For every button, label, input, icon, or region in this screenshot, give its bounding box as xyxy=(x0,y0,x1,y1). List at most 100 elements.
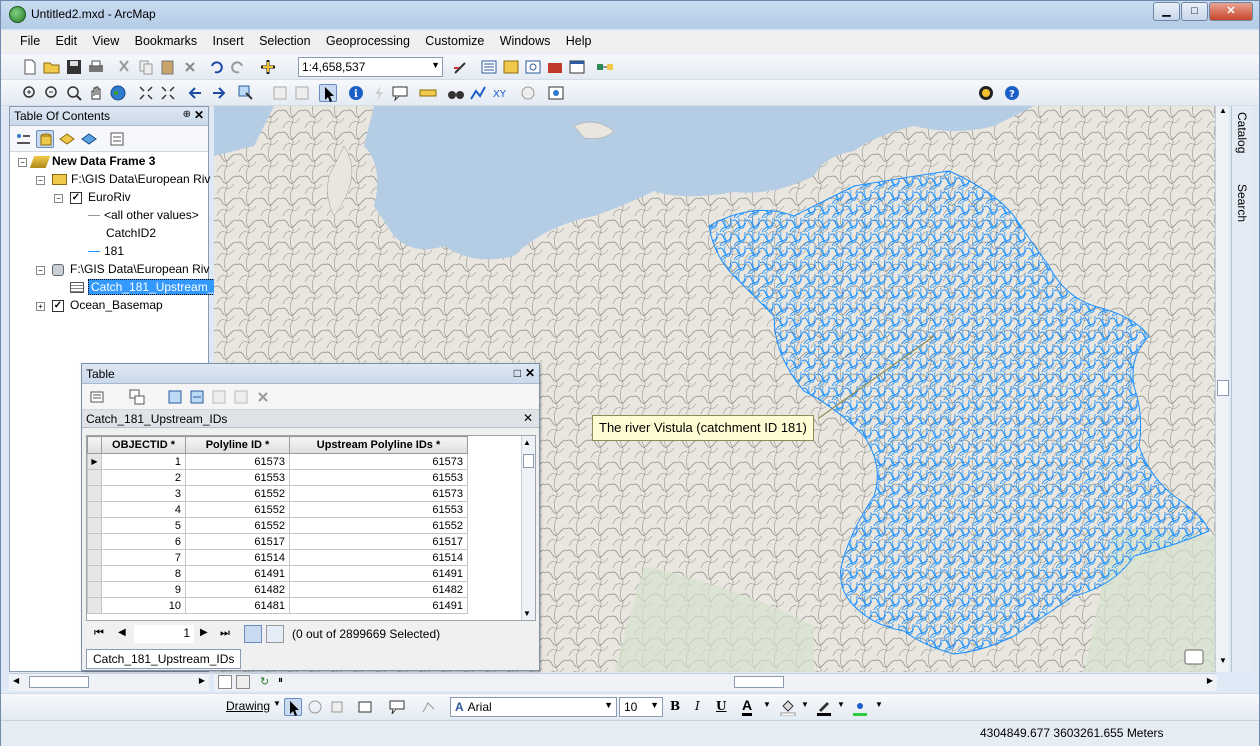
cell-objectid[interactable]: 3 xyxy=(101,485,186,502)
menu-edit[interactable]: Edit xyxy=(50,31,84,48)
row-selector[interactable] xyxy=(87,581,102,598)
clear-table-selection-icon[interactable] xyxy=(210,388,228,406)
minimize-button[interactable]: ▁ xyxy=(1153,2,1180,21)
map-callout-label[interactable]: The river Vistula (catchment ID 181) xyxy=(592,415,814,441)
marker-color-dropdown-icon[interactable]: ▼ xyxy=(875,700,883,709)
create-viewer-window-icon[interactable] xyxy=(547,84,565,102)
grid-scroll-down-icon[interactable]: ▼ xyxy=(523,609,531,618)
redo-icon[interactable] xyxy=(229,58,247,76)
euroriv-layer-name[interactable]: EuroRiv xyxy=(88,190,131,204)
editor-toolbar-icon[interactable] xyxy=(452,58,470,76)
basemap-expand-toggle[interactable]: + xyxy=(36,302,45,311)
show-all-records-icon[interactable] xyxy=(244,625,262,643)
switch-selection-icon[interactable] xyxy=(188,388,206,406)
search-window-icon[interactable] xyxy=(524,58,542,76)
table-row[interactable]: ▶ 1 61573 61573 xyxy=(87,453,468,470)
cell-objectid[interactable]: 1 xyxy=(101,453,186,470)
cell-objectid[interactable]: 7 xyxy=(101,549,186,566)
row-selector[interactable] xyxy=(87,597,102,614)
menu-view[interactable]: View xyxy=(86,31,125,48)
cell-objectid[interactable]: 4 xyxy=(101,501,186,518)
table-tab-close-icon[interactable]: ✕ xyxy=(523,411,533,425)
table-bottom-tab[interactable]: Catch_181_Upstream_IDs xyxy=(86,649,242,669)
show-selected-records-icon[interactable] xyxy=(266,625,284,643)
select-features-icon[interactable] xyxy=(237,84,255,102)
record-number-field[interactable]: 1 xyxy=(134,625,194,643)
toc-scroll-right-icon[interactable]: ▶ xyxy=(199,676,205,685)
cell-upstream-id[interactable]: 61553 xyxy=(289,501,468,518)
callout-tool-icon[interactable] xyxy=(388,698,406,716)
table-options-icon[interactable] xyxy=(88,388,106,406)
cell-upstream-id[interactable]: 61491 xyxy=(289,565,468,582)
table-row[interactable]: 5 61552 61552 xyxy=(87,517,468,534)
add-data-icon[interactable] xyxy=(259,58,277,76)
related-tables-icon[interactable] xyxy=(128,388,146,406)
table-row[interactable]: 8 61491 61491 xyxy=(87,565,468,582)
row-selector[interactable]: ▶ xyxy=(87,453,102,470)
find-binoculars-icon[interactable] xyxy=(447,84,465,102)
basemap-visibility-checkbox[interactable]: ✓ xyxy=(52,300,64,312)
zoom-to-elements-icon[interactable] xyxy=(328,698,346,716)
scroll-up-icon[interactable]: ▲ xyxy=(1217,106,1229,120)
row-selector-header[interactable] xyxy=(87,436,102,454)
map-scale-combo[interactable]: 1:4,658,537 ▼ xyxy=(298,57,443,77)
back-extent-icon[interactable] xyxy=(187,84,205,102)
arcgis-online-icon[interactable] xyxy=(977,84,995,102)
cell-polyline-id[interactable]: 61552 xyxy=(185,485,290,502)
cell-polyline-id[interactable]: 61552 xyxy=(185,501,290,518)
paste-icon[interactable] xyxy=(159,58,177,76)
fill-color-icon[interactable] xyxy=(779,698,797,717)
copy-icon[interactable] xyxy=(137,58,155,76)
previous-record-icon[interactable]: ◀ xyxy=(118,627,126,638)
font-color-button[interactable]: A xyxy=(742,697,753,716)
arctoolbox-icon[interactable] xyxy=(546,58,564,76)
cell-objectid[interactable]: 10 xyxy=(101,597,186,614)
print-icon[interactable] xyxy=(87,58,105,76)
underline-button[interactable]: U xyxy=(716,699,726,713)
table-row[interactable]: 9 61482 61482 xyxy=(87,581,468,598)
cell-objectid[interactable]: 2 xyxy=(101,469,186,486)
table-row[interactable]: 3 61552 61573 xyxy=(87,485,468,502)
python-window-icon[interactable] xyxy=(568,58,586,76)
folder2-collapse-toggle[interactable]: − xyxy=(36,266,45,275)
menu-customize[interactable]: Customize xyxy=(419,31,490,48)
forward-extent-icon[interactable] xyxy=(209,84,227,102)
font-name-combo[interactable]: A Arial ▼ xyxy=(450,697,617,717)
fixed-zoom-out-icon[interactable] xyxy=(159,84,177,102)
catalog-window-icon[interactable] xyxy=(502,58,520,76)
html-popup-icon[interactable] xyxy=(391,84,409,102)
cell-objectid[interactable]: 9 xyxy=(101,581,186,598)
menu-help[interactable]: Help xyxy=(560,31,598,48)
basemap-layer-name[interactable]: Ocean_Basemap xyxy=(70,298,163,312)
select-elements-arrow-icon[interactable] xyxy=(319,84,337,102)
table-row[interactable]: 2 61553 61553 xyxy=(87,469,468,486)
data-frame-node[interactable]: New Data Frame 3 xyxy=(29,154,155,168)
font-size-dropdown-icon[interactable]: ▼ xyxy=(650,700,659,710)
data-frame-collapse-toggle[interactable]: − xyxy=(18,158,27,167)
menu-selection[interactable]: Selection xyxy=(253,31,316,48)
font-color-dropdown-icon[interactable]: ▼ xyxy=(763,700,771,709)
pin-icon[interactable]: ⊕ xyxy=(183,109,191,120)
first-record-icon[interactable]: ⏮ xyxy=(94,627,104,640)
zoom-in-icon[interactable] xyxy=(21,84,39,102)
hyperlink-icon[interactable] xyxy=(369,84,387,102)
edit-vertices-icon[interactable] xyxy=(420,698,438,716)
row-selector[interactable] xyxy=(87,533,102,550)
rotate-icon[interactable] xyxy=(306,698,324,716)
row-selector[interactable] xyxy=(87,501,102,518)
table-of-contents-icon[interactable] xyxy=(480,58,498,76)
measure-icon[interactable] xyxy=(419,84,437,102)
list-by-source-icon[interactable] xyxy=(36,130,54,148)
menu-geoprocessing[interactable]: Geoprocessing xyxy=(320,31,416,48)
menu-file[interactable]: File xyxy=(14,31,46,48)
marker-color-icon[interactable] xyxy=(851,698,869,716)
fixed-zoom-in-icon[interactable] xyxy=(137,84,155,102)
cell-objectid[interactable]: 5 xyxy=(101,517,186,534)
row-selector[interactable] xyxy=(87,469,102,486)
map-scroll-right-icon[interactable]: ▶ xyxy=(1207,676,1213,685)
scroll-down-icon[interactable]: ▼ xyxy=(1217,656,1229,670)
refresh-icon[interactable]: ↻ xyxy=(260,675,269,688)
toc-scroll-thumb[interactable] xyxy=(29,676,89,688)
toc-close-icon[interactable]: ✕ xyxy=(194,108,204,122)
line-color-icon[interactable] xyxy=(815,698,833,716)
